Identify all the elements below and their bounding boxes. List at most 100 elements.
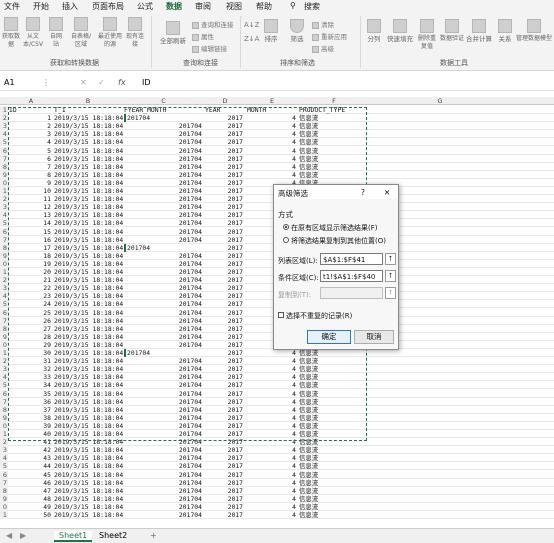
cell-id[interactable]: 22: [9, 284, 51, 292]
cell-year[interactable]: 2017: [205, 446, 243, 454]
cell-year[interactable]: 2017: [205, 341, 243, 349]
option-filter-in-place[interactable]: 在原有区域显示筛选结果(F): [283, 223, 378, 233]
enter-icon[interactable]: ✓: [98, 78, 105, 87]
cell-year[interactable]: 2017: [205, 471, 243, 479]
row-number[interactable]: 2: [0, 357, 8, 366]
cell-id[interactable]: 50: [9, 511, 51, 519]
search-icon[interactable]: ⚲: [290, 1, 296, 10]
cell-t1[interactable]: 2019/3/15 18:18:04: [54, 292, 123, 300]
cell-t1[interactable]: 2019/3/15 18:18:04: [54, 147, 123, 155]
cell-fyear-month[interactable]: 201704: [124, 487, 202, 495]
row-number[interactable]: 0: [0, 259, 8, 268]
cell-product-type[interactable]: 信息流: [299, 495, 318, 503]
sort-button[interactable]: 排序: [262, 19, 280, 43]
column-header[interactable]: G: [370, 97, 510, 105]
cell-year[interactable]: 2017: [205, 398, 243, 406]
cell-fyear-month[interactable]: 201704: [124, 171, 202, 179]
advanced-filter-button[interactable]: 高级: [312, 43, 334, 53]
row-number[interactable]: 5: [0, 138, 8, 147]
cell-t1[interactable]: 2019/3/15 18:18:04: [54, 268, 123, 276]
cell-month[interactable]: 4: [247, 471, 296, 479]
cell-year[interactable]: 2017: [205, 390, 243, 398]
cell-t1[interactable]: 2019/3/15 18:18:04: [54, 422, 123, 430]
row-number[interactable]: 4: [0, 454, 8, 463]
cell-t1[interactable]: 2019/3/15 18:18:04: [54, 228, 123, 236]
radio-button[interactable]: [283, 237, 289, 243]
cell-fyear-month[interactable]: 201704: [124, 317, 202, 325]
row-number[interactable]: 1: [0, 511, 8, 519]
cell-id[interactable]: 20: [9, 268, 51, 276]
column-header[interactable]: D: [204, 97, 246, 105]
cell-month[interactable]: 4: [247, 171, 296, 179]
cell-fyear-month[interactable]: 201704: [124, 357, 202, 365]
cell-t1[interactable]: 2019/3/15 18:18:04: [54, 398, 123, 406]
tab-sheet2[interactable]: Sheet2: [94, 531, 132, 540]
cell-year[interactable]: 2017: [205, 438, 243, 446]
cell-product-type[interactable]: 信息流: [299, 406, 318, 414]
cell-year[interactable]: 2017: [205, 138, 243, 146]
cell-id[interactable]: 5: [9, 147, 51, 155]
cell-year[interactable]: 2017: [205, 317, 243, 325]
cell-id[interactable]: 4: [9, 138, 51, 146]
cell-fyear-month[interactable]: 201704: [124, 471, 202, 479]
cell-t1[interactable]: 2019/3/15 18:18:04: [54, 179, 123, 187]
cell-fyear-month[interactable]: 201704: [124, 155, 202, 163]
help-icon[interactable]: ?: [361, 188, 365, 197]
cell-product-type[interactable]: 信息流: [299, 114, 318, 122]
cell-id[interactable]: 24: [9, 300, 51, 308]
row-number[interactable]: 6: [0, 389, 8, 398]
menu-help[interactable]: 帮助: [256, 1, 272, 12]
row-number[interactable]: 8: [0, 243, 8, 252]
cell-year[interactable]: 2017: [205, 357, 243, 365]
cell-t1[interactable]: 2019/3/15 18:18:04: [54, 317, 123, 325]
cell-id[interactable]: 34: [9, 381, 51, 389]
cancel-button[interactable]: 取消: [354, 330, 394, 344]
header-cell[interactable]: PRODUCT_TYPE: [299, 106, 345, 114]
consolidate-button[interactable]: 合并计算: [466, 19, 492, 43]
cell-product-type[interactable]: 信息流: [299, 155, 318, 163]
get-data-button[interactable]: 获取数据: [2, 17, 20, 49]
recent-sources-button[interactable]: 最近使用的源: [97, 17, 123, 49]
fx-icon[interactable]: fx: [118, 78, 126, 87]
cell-t1[interactable]: 2019/3/15 18:18:04: [54, 130, 123, 138]
cell-year[interactable]: 2017: [205, 244, 243, 252]
cell-product-type[interactable]: 信息流: [299, 438, 318, 446]
range-picker-icon[interactable]: ⭡: [385, 270, 396, 282]
list-range-input[interactable]: $A$1:$F$41: [320, 253, 383, 265]
cell-product-type[interactable]: 信息流: [299, 471, 318, 479]
cell-id[interactable]: 35: [9, 390, 51, 398]
cell-product-type[interactable]: 信息流: [299, 163, 318, 171]
cell-t1[interactable]: 2019/3/15 18:18:04: [54, 495, 123, 503]
menu-file[interactable]: 文件: [4, 1, 20, 12]
cell-month[interactable]: 4: [247, 381, 296, 389]
cell-year[interactable]: 2017: [205, 430, 243, 438]
cell-t1[interactable]: 2019/3/15 18:18:04: [54, 114, 123, 122]
cell-t1[interactable]: 2019/3/15 18:18:04: [54, 414, 123, 422]
relationships-button[interactable]: 关系: [496, 19, 514, 43]
cell-year[interactable]: 2017: [205, 292, 243, 300]
cell-fyear-month[interactable]: 201704: [124, 511, 202, 519]
manage-data-model-button[interactable]: 管理数据模型: [516, 19, 552, 43]
cell-id[interactable]: 26: [9, 317, 51, 325]
reapply-button[interactable]: 重新应用: [312, 31, 347, 41]
cell-t1[interactable]: 2019/3/15 18:18:04: [54, 349, 123, 357]
cell-year[interactable]: 2017: [205, 309, 243, 317]
cell-fyear-month[interactable]: 201704: [124, 122, 202, 130]
cell-id[interactable]: 12: [9, 203, 51, 211]
cell-id[interactable]: 29: [9, 341, 51, 349]
cell-id[interactable]: 3: [9, 130, 51, 138]
cell-year[interactable]: 2017: [205, 495, 243, 503]
cell-fyear-month[interactable]: 201704: [124, 260, 202, 268]
cell-t1[interactable]: 2019/3/15 18:18:04: [54, 438, 123, 446]
from-table-button[interactable]: 自表格/区域: [68, 17, 94, 49]
cell-id[interactable]: 7: [9, 163, 51, 171]
cell-month[interactable]: 4: [247, 357, 296, 365]
row-number[interactable]: 3: [0, 203, 8, 212]
cell-t1[interactable]: 2019/3/15 18:18:04: [54, 333, 123, 341]
row-number[interactable]: 3: [0, 446, 8, 455]
row-number[interactable]: 1: [0, 349, 8, 357]
row-number[interactable]: 8: [0, 324, 8, 333]
cell-fyear-month[interactable]: 201704: [124, 179, 202, 187]
cell-product-type[interactable]: 信息流: [299, 462, 318, 470]
cell-fyear-month[interactable]: 201704: [124, 454, 202, 462]
